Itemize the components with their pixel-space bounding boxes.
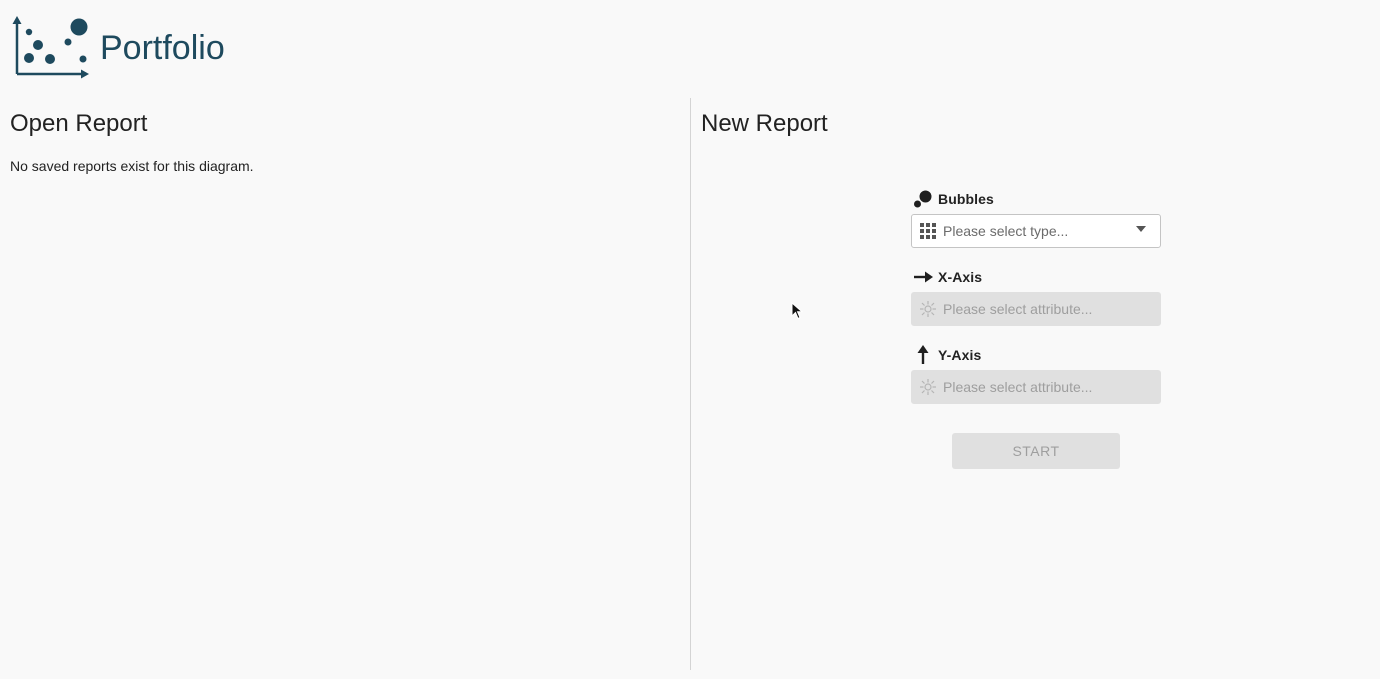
open-report-title: Open Report (10, 110, 148, 137)
bubble-type-select[interactable]: Please select type... (911, 214, 1161, 248)
panel-divider (690, 98, 691, 670)
chevron-down-icon[interactable] (1136, 226, 1146, 232)
bubbles-icon (912, 188, 934, 210)
start-button[interactable]: START (952, 433, 1120, 469)
x-axis-attribute-select[interactable]: Please select attribute... (911, 292, 1161, 326)
bubbles-label-row: Bubbles (912, 188, 994, 210)
app-header: Portfolio (0, 0, 1380, 90)
bubble-chart-logo-icon (12, 16, 89, 79)
arrow-up-icon (912, 344, 934, 366)
attribute-icon (919, 300, 937, 318)
x-axis-label-row: X-Axis (912, 266, 982, 288)
attribute-icon (919, 378, 937, 396)
grid-icon (919, 222, 937, 240)
x-axis-placeholder: Please select attribute... (943, 301, 1093, 317)
mouse-cursor-icon (791, 302, 803, 320)
y-axis-label-row: Y-Axis (912, 344, 981, 366)
no-reports-message: No saved reports exist for this diagram. (10, 158, 254, 174)
app-title: Portfolio (100, 29, 225, 67)
bubbles-label: Bubbles (938, 191, 994, 207)
arrow-right-icon (912, 266, 934, 288)
y-axis-placeholder: Please select attribute... (943, 379, 1093, 395)
new-report-title: New Report (701, 110, 828, 137)
y-axis-attribute-select[interactable]: Please select attribute... (911, 370, 1161, 404)
x-axis-label: X-Axis (938, 269, 983, 285)
bubble-type-placeholder: Please select type... (943, 223, 1069, 239)
y-axis-label: Y-Axis (938, 347, 982, 363)
